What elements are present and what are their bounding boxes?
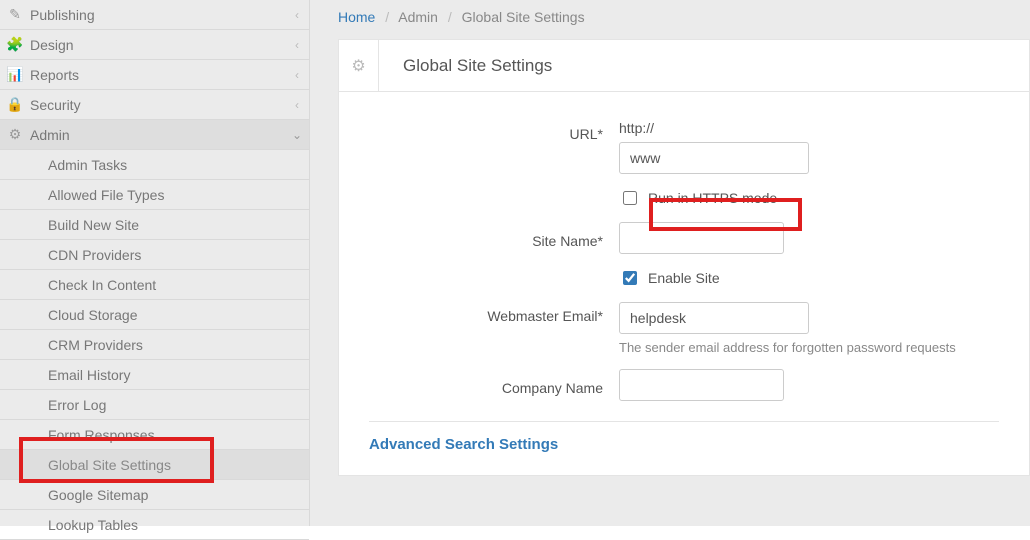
sidebar-item-global-site-settings[interactable]: Global Site Settings	[0, 450, 309, 480]
email-note: The sender email address for forgotten p…	[619, 340, 999, 355]
chevron-left-icon: ‹	[285, 38, 309, 52]
sitename-label: Site Name*	[369, 227, 619, 249]
sidebar: ✎Publishing‹🧩Design‹📊Reports‹🔒Security‹⚙…	[0, 0, 310, 526]
advanced-search-link[interactable]: Advanced Search Settings	[369, 436, 558, 453]
lock-icon: 🔒	[0, 96, 30, 113]
sidebar-item-build-new-site[interactable]: Build New Site	[0, 210, 309, 240]
https-checkbox-label: Run in HTTPS mode	[648, 190, 777, 206]
enable-site-label: Enable Site	[648, 270, 720, 286]
breadcrumb-home[interactable]: Home	[338, 9, 375, 25]
sidebar-section-label: Reports	[30, 67, 285, 83]
sidebar-item-check-in-content[interactable]: Check In Content	[0, 270, 309, 300]
sidebar-section-publishing[interactable]: ✎Publishing‹	[0, 0, 309, 30]
sidebar-section-design[interactable]: 🧩Design‹	[0, 30, 309, 60]
content-area: Home / Admin / Global Site Settings ⚙ Gl…	[310, 0, 1030, 526]
sidebar-item-cloud-storage[interactable]: Cloud Storage	[0, 300, 309, 330]
sidebar-item-form-responses[interactable]: Form Responses	[0, 420, 309, 450]
url-label: URL*	[369, 120, 619, 142]
panel-body: URL* http:// Run in HTTPS mode	[338, 92, 1030, 476]
url-input[interactable]	[619, 142, 809, 174]
sidebar-item-google-sitemap[interactable]: Google Sitemap	[0, 480, 309, 510]
breadcrumb-admin: Admin	[398, 9, 438, 25]
email-label: Webmaster Email*	[369, 302, 619, 324]
sidebar-section-admin[interactable]: ⚙Admin⌄	[0, 120, 309, 150]
sitename-input[interactable]	[619, 222, 784, 254]
breadcrumb: Home / Admin / Global Site Settings	[310, 0, 1030, 39]
url-protocol-text: http://	[619, 120, 999, 136]
company-input[interactable]	[619, 369, 784, 401]
enable-site-checkbox[interactable]	[623, 271, 637, 285]
chevron-left-icon: ‹	[285, 98, 309, 112]
gear-icon: ⚙	[0, 126, 30, 143]
breadcrumb-sep: /	[442, 9, 458, 25]
panel-header: ⚙ Global Site Settings	[338, 39, 1030, 92]
chevron-left-icon: ‹	[285, 8, 309, 22]
gear-icon[interactable]: ⚙	[339, 40, 379, 91]
sidebar-item-email-history[interactable]: Email History	[0, 360, 309, 390]
pencil-icon: ✎	[0, 6, 30, 23]
sidebar-item-admin-tasks[interactable]: Admin Tasks	[0, 150, 309, 180]
sidebar-item-allowed-file-types[interactable]: Allowed File Types	[0, 180, 309, 210]
sidebar-item-error-log[interactable]: Error Log	[0, 390, 309, 420]
sidebar-section-label: Design	[30, 37, 285, 53]
breadcrumb-sep: /	[379, 9, 395, 25]
https-checkbox-row[interactable]: Run in HTTPS mode	[619, 188, 999, 208]
company-label: Company Name	[369, 374, 619, 396]
chevron-down-icon: ⌄	[285, 128, 309, 142]
sidebar-item-lookup-tables[interactable]: Lookup Tables	[0, 510, 309, 540]
sidebar-section-label: Security	[30, 97, 285, 113]
sidebar-item-cdn-providers[interactable]: CDN Providers	[0, 240, 309, 270]
bar-chart-icon: 📊	[0, 66, 30, 83]
sidebar-section-reports[interactable]: 📊Reports‹	[0, 60, 309, 90]
sidebar-section-label: Publishing	[30, 7, 285, 23]
sidebar-item-crm-providers[interactable]: CRM Providers	[0, 330, 309, 360]
https-checkbox[interactable]	[623, 191, 637, 205]
email-input[interactable]	[619, 302, 809, 334]
sidebar-section-label: Admin	[30, 127, 285, 143]
sidebar-section-security[interactable]: 🔒Security‹	[0, 90, 309, 120]
chevron-left-icon: ‹	[285, 68, 309, 82]
page-title: Global Site Settings	[379, 56, 552, 76]
advanced-search-section: Advanced Search Settings	[369, 421, 999, 461]
puzzle-icon: 🧩	[0, 36, 30, 53]
breadcrumb-current: Global Site Settings	[462, 9, 585, 25]
enable-site-row[interactable]: Enable Site	[619, 268, 999, 288]
